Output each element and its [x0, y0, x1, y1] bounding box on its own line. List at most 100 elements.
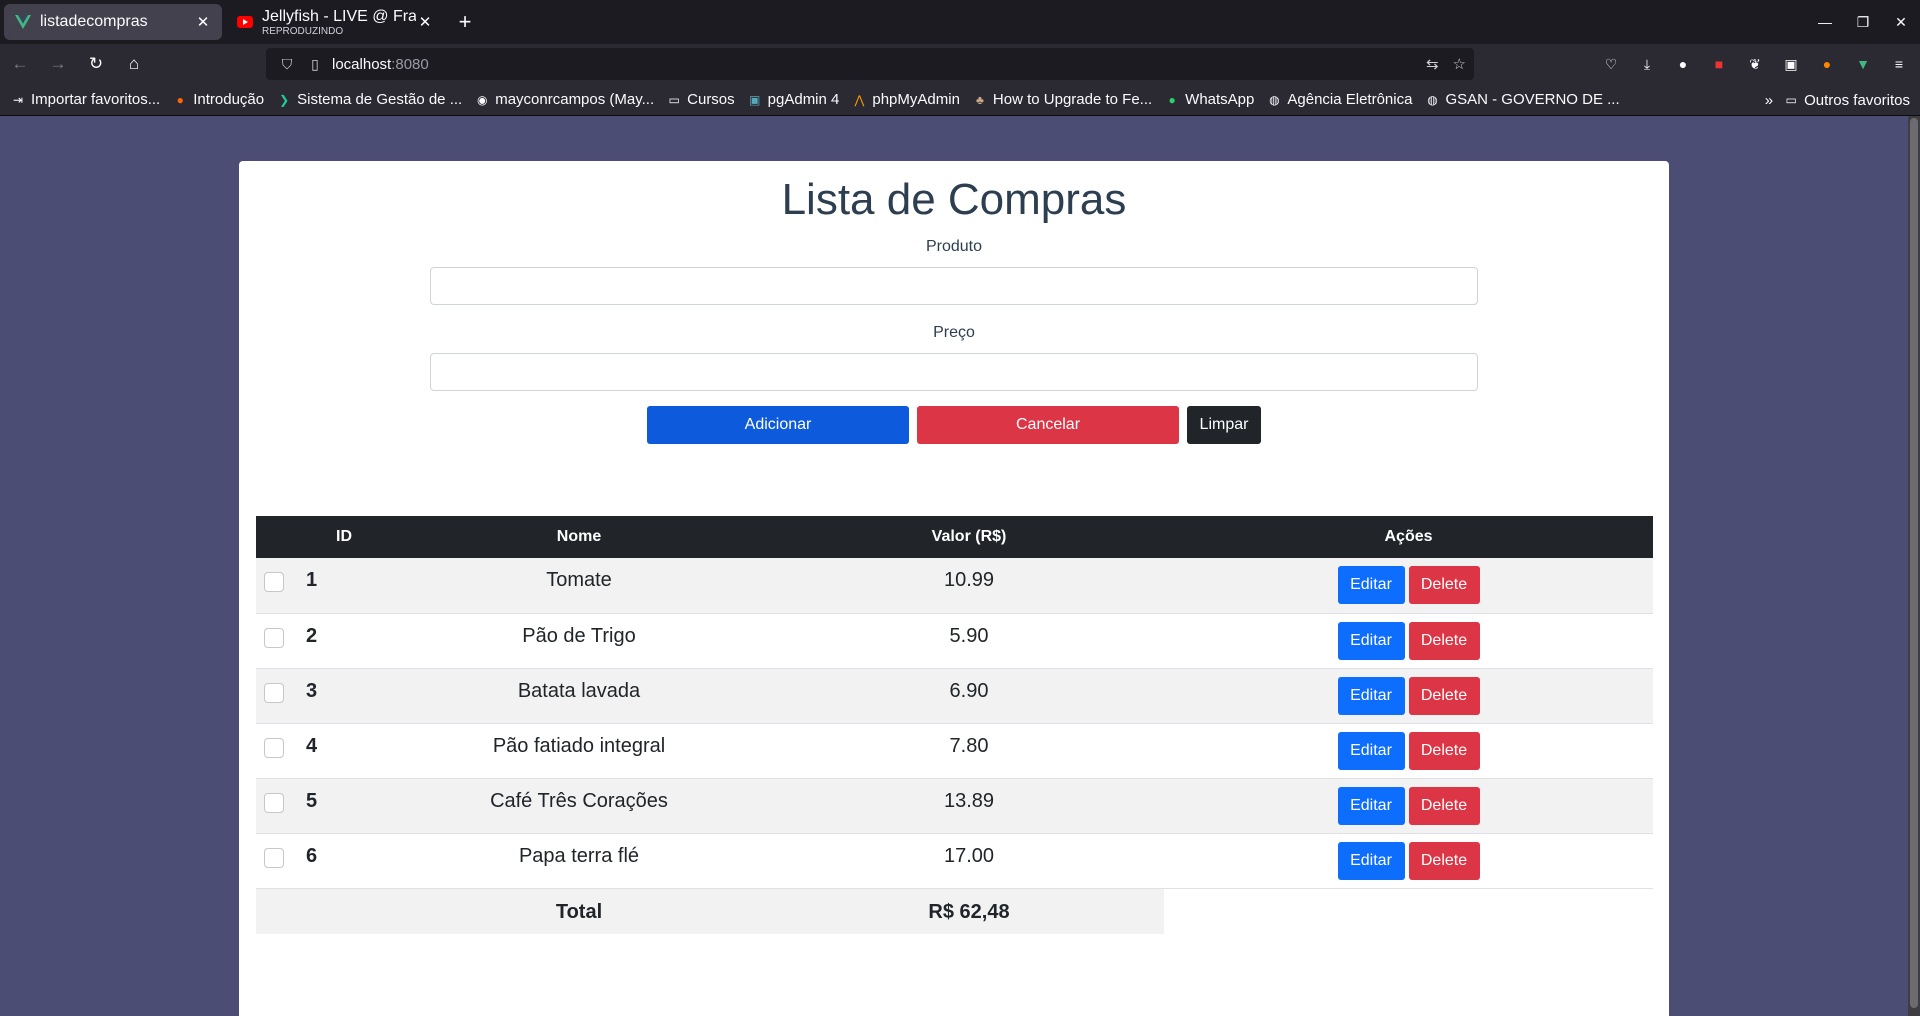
edit-button[interactable]: Editar — [1337, 731, 1405, 770]
import-icon: ⇥ — [12, 92, 24, 107]
url-bar[interactable]: ⛉ ▯ localhost:8080 ⇆ ☆ — [266, 48, 1474, 80]
scrollbar-thumb[interactable] — [1910, 118, 1918, 1008]
edit-button[interactable]: Editar — [1337, 786, 1405, 825]
row-id: 4 — [306, 734, 318, 757]
extension-orange-icon[interactable]: ● — [1812, 49, 1842, 79]
table-row: 3 Batata lavada 6.90 Editar Delete — [256, 668, 1653, 723]
minimize-icon[interactable]: — — [1806, 14, 1844, 30]
cancelar-button[interactable]: Cancelar — [917, 406, 1179, 444]
total-label: Total — [384, 888, 774, 934]
account-icon[interactable]: ● — [1668, 49, 1698, 79]
close-tab-icon[interactable]: ✕ — [194, 13, 212, 31]
page-icon: ▯ — [311, 55, 319, 72]
fedora-icon: ♣ — [975, 92, 984, 107]
reload-icon[interactable]: ↻ — [78, 48, 114, 80]
shield-icon[interactable]: ⛉ — [276, 56, 298, 73]
bookmark-label: Sistema de Gestão de ... — [297, 91, 463, 108]
vue-devtools-icon[interactable]: ▼ — [1848, 49, 1878, 79]
adicionar-button[interactable]: Adicionar — [647, 406, 909, 444]
folder-icon: ▭ — [1785, 93, 1797, 107]
bookmark-cursos[interactable]: ▭ Cursos — [666, 91, 734, 108]
bookmark-label: Introdução — [193, 91, 265, 108]
row-nome: Papa terra flé — [518, 844, 640, 867]
new-tab-icon[interactable]: + — [450, 7, 480, 37]
bookmark-import[interactable]: ⇥ Importar favoritos... — [10, 91, 160, 108]
row-id: 6 — [306, 844, 318, 867]
table-row: 4 Pão fatiado integral 7.80 Editar Delete — [256, 723, 1653, 778]
delete-button[interactable]: Delete — [1408, 566, 1480, 604]
preco-input[interactable] — [430, 353, 1478, 391]
tab-jellyfish[interactable]: Jellyfish - LIVE @ Frankfurt REPRODUZIND… — [226, 4, 444, 40]
tab-playing-status: REPRODUZINDO — [262, 25, 344, 37]
bookmark-star-icon[interactable]: ☆ — [1453, 55, 1466, 73]
row-checkbox[interactable] — [264, 847, 284, 868]
total-value: R$ 62,48 — [774, 888, 1164, 934]
edit-button[interactable]: Editar — [1337, 841, 1405, 880]
table-row: 6 Papa terra flé 17.00 Editar Delete — [256, 833, 1653, 888]
postgres-icon: ▣ — [748, 92, 761, 107]
download-icon[interactable]: ⤓ — [1632, 49, 1662, 79]
bookmark-outros[interactable]: ▭ Outros favoritos — [1783, 92, 1910, 109]
bookmark-github[interactable]: ◉ mayconrcampos (May... — [474, 91, 654, 108]
limpar-button[interactable]: Limpar — [1187, 406, 1261, 444]
tab-title: Jellyfish - LIVE @ Frankfurt — [262, 7, 416, 25]
bookmark-label: mayconrcampos (May... — [495, 91, 655, 108]
extension-tabs-icon[interactable]: ▣ — [1776, 49, 1806, 79]
table-header: ID Nome Valor (R$) Ações — [256, 516, 1653, 558]
github-icon: ◉ — [476, 92, 488, 107]
produto-label: Produto — [925, 238, 983, 255]
bookmark-whatsapp[interactable]: ● WhatsApp — [1164, 91, 1255, 108]
pocket-icon[interactable]: ♡ — [1596, 49, 1626, 79]
delete-button[interactable]: Delete — [1408, 841, 1480, 880]
delete-button[interactable]: Delete — [1408, 786, 1480, 825]
page-scrollbar[interactable] — [1908, 116, 1920, 1016]
home-icon[interactable]: ⌂ — [116, 48, 152, 80]
delete-button[interactable]: Delete — [1408, 676, 1480, 715]
row-nome: Batata lavada — [517, 679, 641, 702]
edit-button[interactable]: Editar — [1337, 566, 1405, 604]
bookmark-introducao[interactable]: ● Introdução — [172, 91, 265, 108]
row-valor: 6.90 — [949, 679, 989, 702]
edit-button[interactable]: Editar — [1337, 621, 1405, 660]
bookmarks-bar: ⇥ Importar favoritos... ● Introdução ❯ Sist… — [0, 84, 1920, 116]
forward-icon[interactable]: → — [40, 48, 76, 80]
close-window-icon[interactable]: ✕ — [1882, 14, 1920, 31]
menu-icon[interactable]: ≡ — [1884, 49, 1914, 79]
more-bookmarks-icon[interactable]: » — [1765, 92, 1773, 109]
bookmark-phpmyadmin[interactable]: ⋀ phpMyAdmin — [851, 91, 960, 108]
restore-icon[interactable]: ❐ — [1844, 14, 1882, 31]
row-checkbox[interactable] — [264, 627, 284, 648]
tab-listadecompras[interactable]: listadecompras ✕ — [4, 4, 222, 40]
row-nome: Tomate — [546, 569, 612, 591]
products-table: ID Nome Valor (R$) Ações 1 Tomate 10.99 … — [256, 516, 1653, 934]
back-icon[interactable]: ← — [2, 48, 38, 80]
row-checkbox[interactable] — [264, 682, 284, 703]
delete-button[interactable]: Delete — [1408, 621, 1480, 660]
extension-leaf-icon[interactable]: ❦ — [1740, 49, 1770, 79]
acoes-header: Ações — [1384, 528, 1433, 545]
close-tab-icon[interactable]: ✕ — [416, 13, 434, 31]
delete-button[interactable]: Delete — [1408, 731, 1480, 770]
bookmark-label: phpMyAdmin — [872, 91, 960, 108]
bookmark-label: pgAdmin 4 — [767, 91, 840, 108]
phpmyadmin-icon: ⋀ — [854, 92, 865, 107]
bookmark-pgadmin[interactable]: ▣ pgAdmin 4 — [747, 91, 840, 108]
row-nome: Café Três Corações — [490, 789, 668, 812]
translate-icon[interactable]: ⇆ — [1426, 55, 1439, 73]
row-checkbox[interactable] — [264, 737, 284, 758]
bookmark-sistema[interactable]: ❯ Sistema de Gestão de ... — [276, 91, 462, 108]
url-host: localhost — [332, 55, 392, 73]
page-viewport: Lista de Compras Produto Preço Adicionar… — [0, 116, 1920, 1016]
bookmark-gsan[interactable]: ◍ GSAN - GOVERNO DE ... — [1424, 91, 1619, 108]
extension-red-icon[interactable]: ■ — [1704, 49, 1734, 79]
row-checkbox[interactable] — [264, 572, 284, 592]
bookmark-agencia[interactable]: ◍ Agência Eletrônica — [1266, 91, 1412, 108]
table-row: 1 Tomate 10.99 Editar Delete — [256, 558, 1653, 613]
produto-input[interactable] — [430, 267, 1478, 305]
youtube-icon — [236, 13, 254, 31]
preco-label: Preço — [933, 324, 975, 341]
edit-button[interactable]: Editar — [1337, 676, 1405, 715]
vue-icon — [14, 13, 32, 31]
row-checkbox[interactable] — [264, 792, 284, 813]
bookmark-upgrade[interactable]: ♣ How to Upgrade to Fe... — [972, 91, 1152, 108]
